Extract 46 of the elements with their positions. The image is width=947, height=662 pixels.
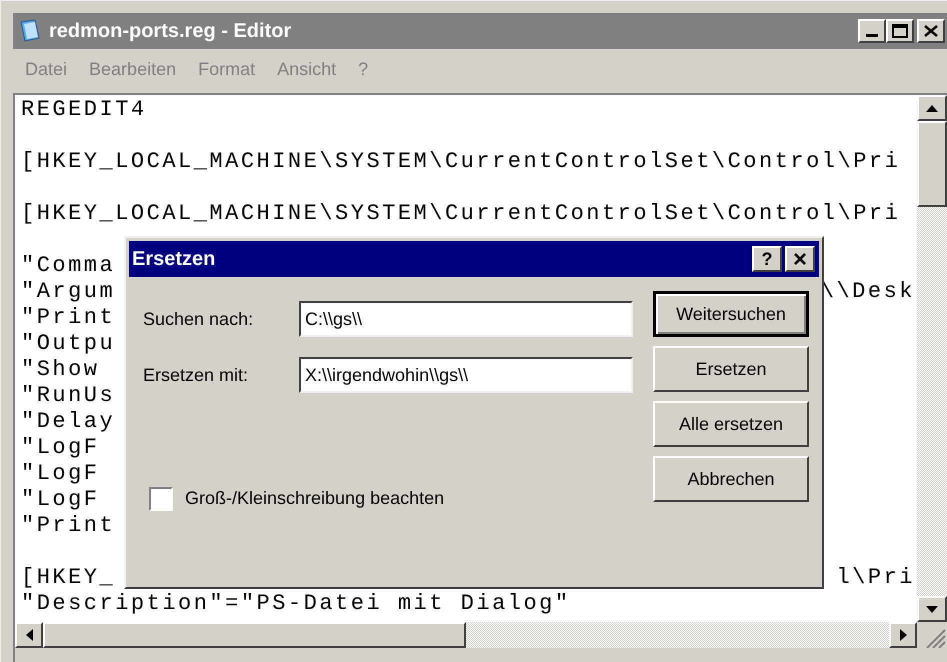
scroll-thumb[interactable]	[917, 121, 947, 207]
field-label: Suchen nach:	[143, 308, 254, 330]
code-line: "LogF	[21, 461, 100, 487]
maximize-icon	[892, 24, 908, 38]
window-title: redmon-ports.reg - Editor	[49, 19, 292, 44]
checkbox-label: Groß-/Kleinschreibung beachten	[185, 487, 444, 510]
right-arrow-icon	[900, 629, 906, 641]
help-button[interactable]: ?	[752, 246, 782, 272]
dialog-button[interactable]: Weitersuchen	[653, 291, 809, 337]
code-line: l\Pri	[836, 565, 915, 591]
minimize-button[interactable]	[858, 19, 886, 43]
up-arrow-icon	[926, 104, 938, 112]
input-field[interactable]: C:\\gs\\	[299, 301, 633, 337]
code-line: "Description"="PS-Datei mit Dialog"	[21, 591, 571, 617]
left-arrow-icon	[26, 629, 32, 641]
scroll-down-button[interactable]	[917, 596, 947, 622]
dialog-button[interactable]: Alle ersetzen	[653, 401, 809, 447]
scroll-thumb[interactable]	[43, 622, 466, 648]
code-line: \\Desk	[820, 279, 915, 305]
horizontal-scrollbar[interactable]	[15, 622, 917, 648]
maximize-button[interactable]	[886, 19, 914, 43]
code-line: "Outpu	[21, 331, 116, 357]
code-line: "LogF	[21, 487, 100, 513]
code-line: "Show	[21, 357, 100, 383]
code-line: "RunUs	[21, 383, 116, 409]
down-arrow-icon	[926, 606, 938, 612]
close-button[interactable]	[917, 19, 945, 43]
minimize-icon	[866, 34, 878, 37]
code-line: REGEDIT4	[21, 97, 147, 123]
scroll-up-button[interactable]	[917, 95, 947, 121]
dialog-title: Ersetzen	[132, 247, 216, 272]
scroll-left-button[interactable]	[15, 622, 43, 648]
close-button[interactable]: ×	[785, 246, 815, 272]
scroll-right-button[interactable]	[889, 622, 917, 648]
code-line: "Print	[21, 513, 116, 539]
checkbox[interactable]	[149, 486, 173, 510]
field-label: Ersetzen mit:	[143, 364, 250, 386]
input-field[interactable]: X:\\irgendwohin\\gs\\	[299, 357, 633, 393]
code-line: "Delay	[21, 409, 116, 435]
code-line: "Print	[21, 305, 116, 331]
vertical-scrollbar[interactable]	[917, 95, 947, 622]
close-icon	[924, 25, 938, 37]
dialog-button[interactable]: Ersetzen	[653, 346, 809, 392]
code-line: "LogF	[21, 435, 100, 461]
dialog-button[interactable]: Abbrechen	[653, 456, 809, 502]
code-line: "Argum	[21, 279, 116, 305]
